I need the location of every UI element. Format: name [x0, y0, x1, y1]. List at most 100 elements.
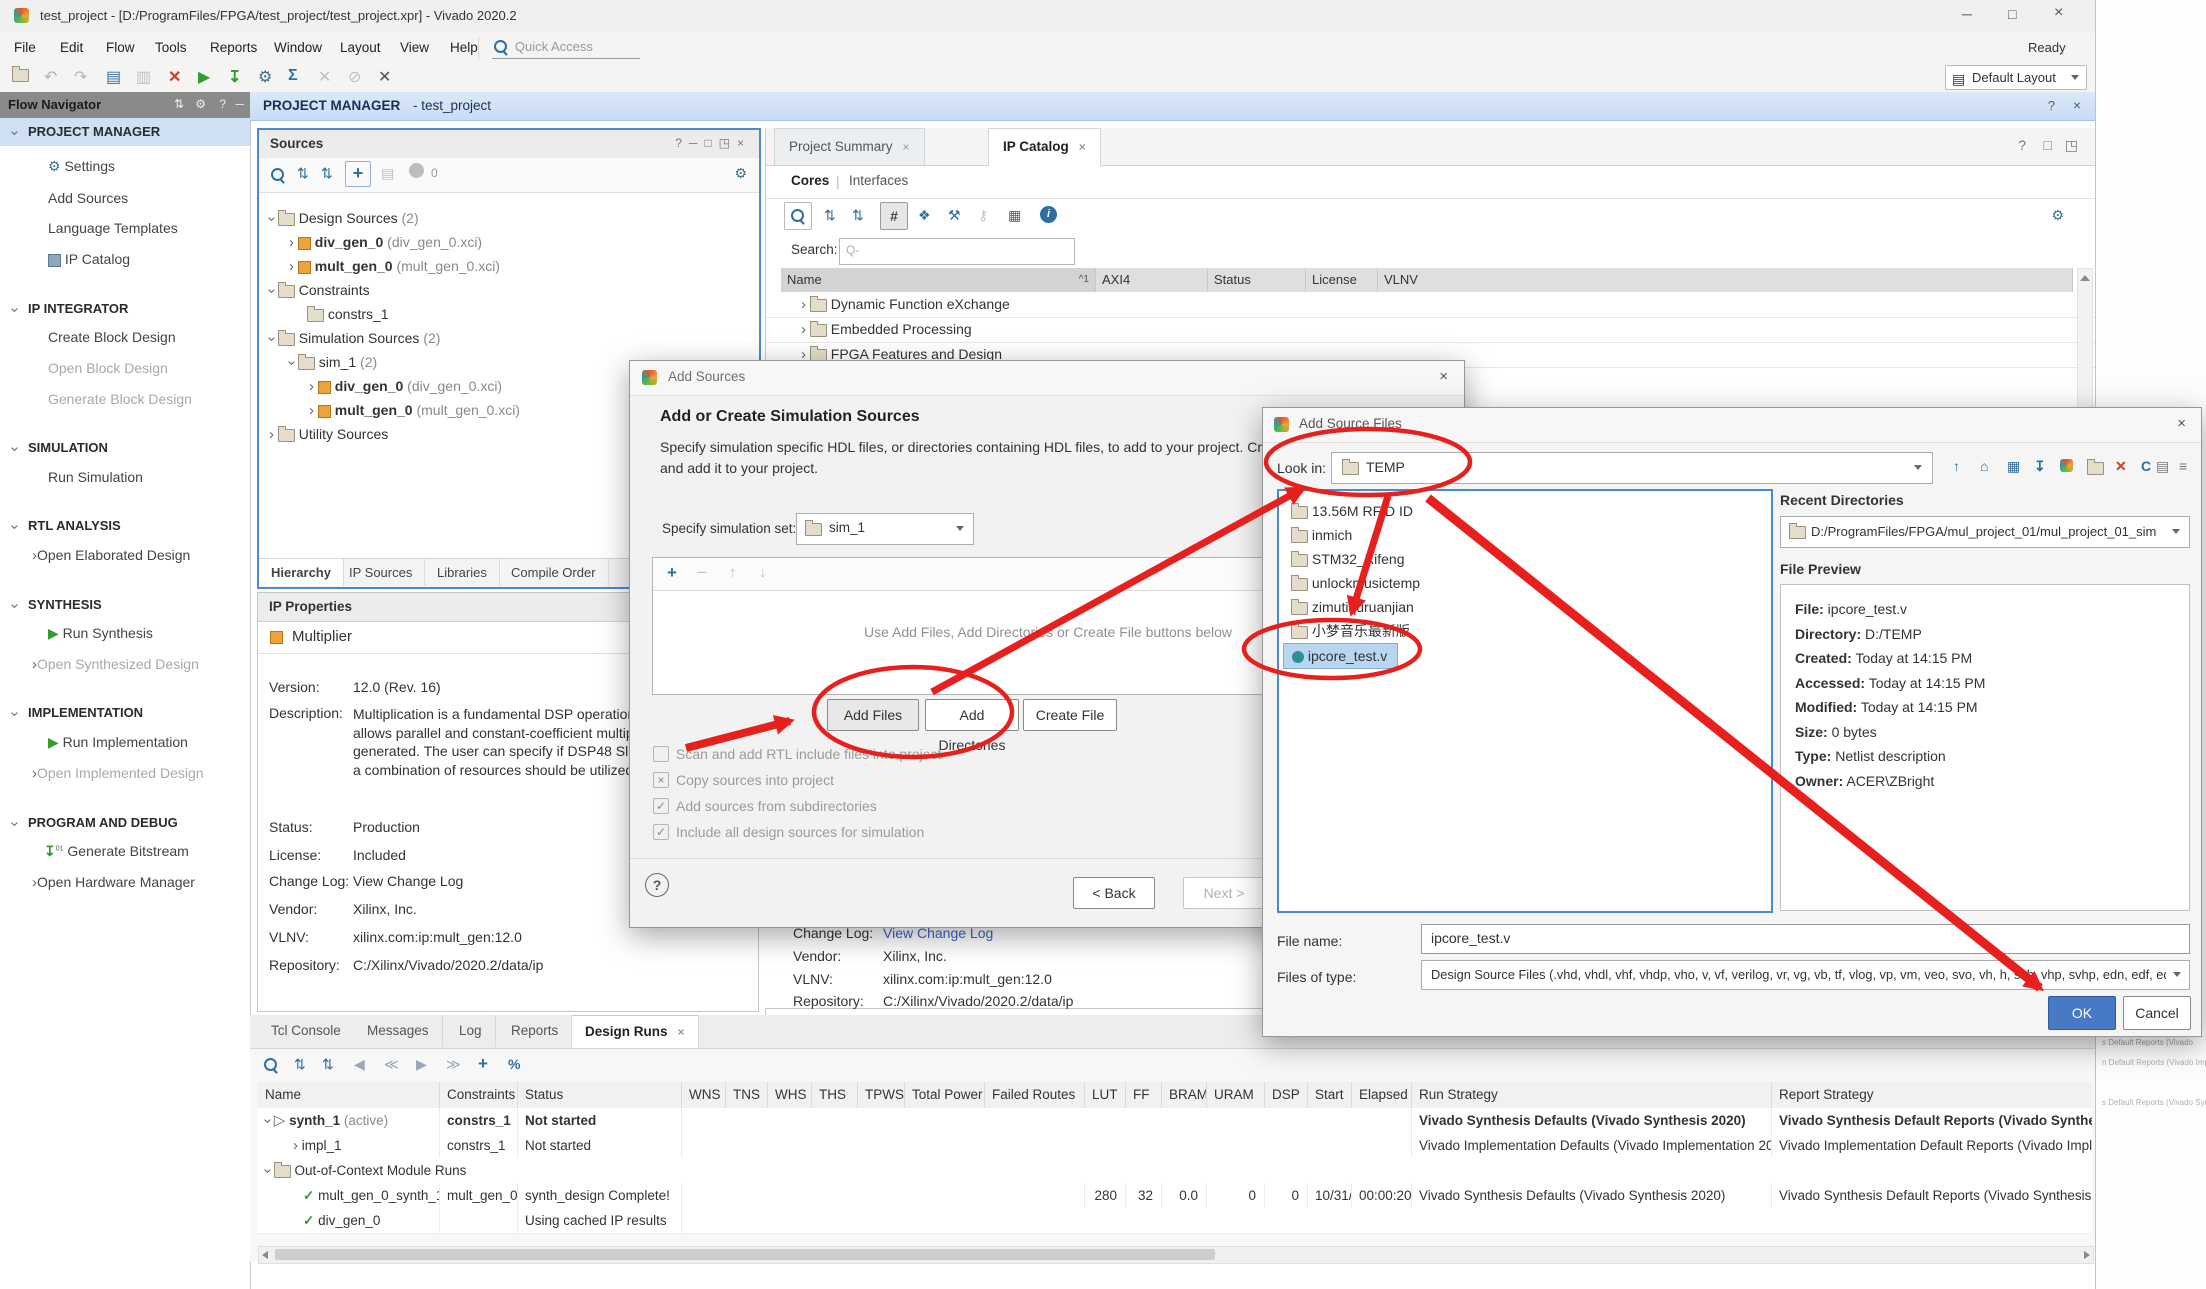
add-directories-button[interactable]: Add Directories	[925, 699, 1019, 731]
dialog-title-bar[interactable]: Add Source Files ×	[1263, 408, 2201, 443]
sources-header[interactable]: Sources ?─□◳×	[259, 130, 759, 159]
last-run-icon[interactable]: ≫	[446, 1056, 461, 1073]
dialog-title-bar[interactable]: Add Sources ×	[630, 361, 1464, 396]
menu-help[interactable]: Help	[450, 40, 478, 55]
sidebar-item-add-sources[interactable]: Add Sources	[48, 190, 128, 206]
close-icon[interactable]: ×	[737, 136, 751, 150]
help-icon[interactable]: ?	[2048, 98, 2055, 113]
tree-row[interactable]: › sim_1 (2)	[289, 350, 377, 374]
close-icon[interactable]: ×	[903, 140, 910, 154]
sidebar-item-language-templates[interactable]: Language Templates	[48, 220, 178, 236]
table-row[interactable]: ✓ mult_gen_0_synth_1 mult_gen_0 synth_de…	[258, 1183, 2092, 1209]
sidebar-item-ip-catalog[interactable]: IP Catalog	[48, 251, 130, 267]
column-dsp[interactable]: DSP	[1265, 1082, 1308, 1108]
table-row[interactable]: ✓ div_gen_0 Using cached IP results	[258, 1208, 2092, 1234]
checkbox-include-design-sources[interactable]: ✓	[653, 824, 669, 840]
run-icon[interactable]: ▶	[198, 67, 210, 87]
list-item[interactable]: 小梦音乐最新版	[1291, 619, 1410, 643]
list-view-icon[interactable]: ≡	[2179, 458, 2187, 474]
open-project-icon[interactable]	[12, 69, 29, 82]
menu-flow[interactable]: Flow	[106, 40, 135, 55]
sidebar-item-open-hardware-manager[interactable]: › Open Hardware Manager	[32, 874, 195, 890]
minimize-icon[interactable]: ─	[235, 97, 244, 111]
column-name[interactable]: Name^1	[781, 268, 1096, 292]
expand-all-icon[interactable]: ⇅	[852, 207, 864, 224]
help-icon[interactable]: ?	[2018, 137, 2026, 153]
customize-ip-icon[interactable]: ⚒	[948, 207, 961, 224]
license-key-icon[interactable]: ⚷	[978, 207, 988, 224]
add-icon[interactable]: +	[667, 563, 677, 583]
list-item[interactable]: 13.56M RFID ID	[1291, 499, 1413, 523]
help-button[interactable]: ?	[645, 873, 669, 897]
ip-category-row[interactable]: › Dynamic Function eXchange	[766, 292, 2096, 318]
warning-badge-icon[interactable]	[409, 163, 424, 178]
menu-reports[interactable]: Reports	[210, 40, 257, 55]
close-icon[interactable]: ×	[2054, 4, 2063, 22]
ip-search-input[interactable]: Q-	[839, 238, 1075, 265]
tree-row[interactable]: › Design Sources (2)	[269, 206, 419, 230]
maximize-icon[interactable]: □	[704, 136, 718, 150]
next-button[interactable]: Next >	[1183, 877, 1265, 909]
tab-log[interactable]: Log	[446, 1015, 496, 1047]
tree-row[interactable]: › Simulation Sources (2)	[269, 326, 440, 350]
look-in-dropdown[interactable]: TEMP	[1331, 452, 1933, 484]
column-tpws[interactable]: TPWS	[858, 1082, 905, 1108]
delete-icon[interactable]: ✕	[168, 67, 181, 87]
cancel-run-icon[interactable]: ✕	[318, 67, 331, 87]
column-wns[interactable]: WNS	[682, 1082, 726, 1108]
files-of-type-dropdown[interactable]: Design Source Files (.vhd, vhdl, vhf, vh…	[1421, 960, 2190, 990]
create-run-icon[interactable]: +	[478, 1054, 488, 1074]
menu-edit[interactable]: Edit	[60, 40, 83, 55]
undo-icon[interactable]: ↶	[44, 67, 57, 87]
column-ths[interactable]: THS	[812, 1082, 858, 1108]
menu-view[interactable]: View	[400, 40, 429, 55]
tree-row[interactable]: › Constraints	[269, 278, 370, 302]
back-button[interactable]: < Back	[1073, 877, 1155, 909]
quick-access-input[interactable]: Quick Access	[492, 36, 640, 59]
sidebar-section-program-debug[interactable]: PROGRAM AND DEBUG	[28, 815, 178, 830]
column-total-power[interactable]: Total Power	[905, 1082, 985, 1108]
checkbox-subdirectories[interactable]: ✓	[653, 798, 669, 814]
list-item[interactable]: zimutiquruanjian	[1291, 595, 1414, 619]
import-icon[interactable]: ↧	[2034, 458, 2046, 475]
collapse-all-icon[interactable]: ⇅	[174, 97, 184, 111]
column-ff[interactable]: FF	[1126, 1082, 1162, 1108]
menu-tools[interactable]: Tools	[155, 40, 187, 55]
sidebar-section-ip-integrator[interactable]: IP INTEGRATOR	[28, 301, 128, 316]
column-elapsed[interactable]: Elapsed	[1352, 1082, 1412, 1108]
first-run-icon[interactable]: ◀	[354, 1056, 365, 1073]
maximize-icon[interactable]: □	[2044, 137, 2052, 153]
disable-icon[interactable]: ⊘	[348, 67, 361, 87]
tab-reports[interactable]: Reports	[498, 1015, 572, 1047]
sidebar-item-run-synthesis[interactable]: ▶ Run Synthesis	[48, 625, 153, 642]
column-status[interactable]: Status	[1208, 268, 1306, 292]
minimize-icon[interactable]: ─	[689, 136, 705, 150]
hide-incompatible-icon[interactable]: #	[880, 202, 908, 230]
maximize-icon[interactable]: □	[2008, 6, 2016, 22]
column-tns[interactable]: TNS	[726, 1082, 768, 1108]
column-status[interactable]: Status	[518, 1082, 682, 1108]
sidebar-item-generate-bitstream[interactable]: ↧01 Generate Bitstream	[44, 843, 189, 860]
column-name[interactable]: Name	[258, 1082, 440, 1108]
gear-icon[interactable]: ⚙	[734, 165, 747, 182]
close-icon[interactable]: ×	[678, 1025, 685, 1039]
file-name-input[interactable]: ipcore_test.v	[1421, 924, 2190, 954]
list-item[interactable]: inmich	[1291, 523, 1352, 547]
sidebar-item-open-elaborated-design[interactable]: › Open Elaborated Design	[32, 547, 190, 563]
table-row[interactable]: › impl_1 constrs_1 Not started Vivado Im…	[258, 1133, 2092, 1159]
scroll-right-icon[interactable]	[2084, 1251, 2090, 1259]
group-by-icon[interactable]: ❖	[918, 207, 931, 224]
refresh-icon[interactable]: C	[2141, 458, 2151, 474]
menu-file[interactable]: File	[14, 40, 36, 55]
new-folder-icon[interactable]	[2087, 459, 2104, 475]
tree-row[interactable]: › Utility Sources	[269, 422, 388, 446]
expand-all-icon[interactable]: ⇅	[321, 165, 333, 182]
create-file-button[interactable]: Create File	[1023, 699, 1117, 731]
tab-hierarchy[interactable]: Hierarchy	[259, 559, 344, 586]
percent-icon[interactable]: %	[508, 1056, 520, 1072]
menu-window[interactable]: Window	[274, 40, 322, 55]
sidebar-section-simulation[interactable]: SIMULATION	[28, 440, 108, 455]
expand-all-icon[interactable]: ⇅	[322, 1056, 334, 1073]
changelog-link[interactable]: View Change Log	[353, 873, 463, 889]
ok-button[interactable]: OK	[2048, 996, 2116, 1030]
